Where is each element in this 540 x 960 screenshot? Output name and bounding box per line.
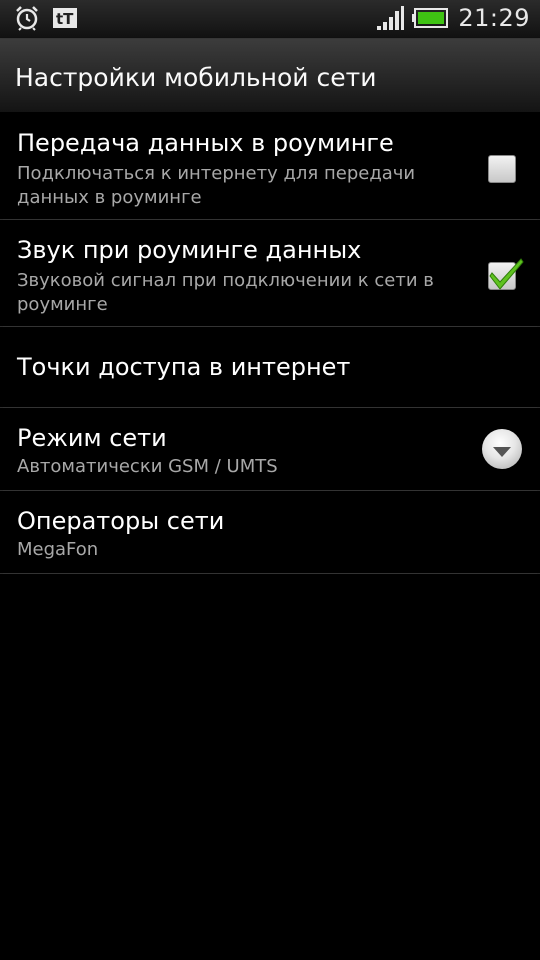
- screen: tT 21:29 Настройки мобильной сети Переда…: [0, 0, 540, 960]
- setting-title: Передача данных в роуминге: [17, 129, 394, 157]
- setting-title: Операторы сети: [17, 507, 225, 535]
- divider: [3, 573, 537, 574]
- svg-text:tT: tT: [56, 10, 74, 28]
- setting-data-roaming[interactable]: Передача данных в роуминге Подключаться …: [0, 113, 540, 220]
- network-mode-dropdown-button[interactable]: [482, 429, 522, 469]
- page-title: Настройки мобильной сети: [15, 63, 377, 92]
- setting-network-mode[interactable]: Режим сети Автоматически GSM / UMTS: [0, 408, 540, 491]
- setting-roaming-sound[interactable]: Звук при роуминге данных Звуковой сигнал…: [0, 220, 540, 327]
- setting-title: Режим сети: [17, 424, 167, 452]
- setting-summary: Звуковой сигнал при подключении к сети в…: [17, 270, 434, 315]
- setting-summary: MegaFon: [17, 539, 99, 560]
- setting-title: Точки доступа в интернет: [17, 353, 351, 381]
- setting-access-points[interactable]: Точки доступа в интернет: [0, 327, 540, 408]
- system-icons: 21:29: [376, 4, 530, 32]
- status-bar: tT 21:29: [0, 0, 540, 39]
- roaming-sound-checkbox[interactable]: [488, 258, 524, 290]
- data-roaming-checkbox[interactable]: [488, 155, 516, 183]
- setting-network-operators[interactable]: Операторы сети MegaFon: [0, 491, 540, 574]
- battery-icon: [412, 7, 449, 29]
- setting-summary: Автоматически GSM / UMTS: [17, 456, 278, 477]
- chevron-down-icon: [492, 443, 512, 462]
- checkmark-icon: [487, 253, 525, 295]
- notification-icons: tT: [14, 5, 78, 31]
- signal-strength-icon: [376, 5, 405, 31]
- settings-list: Передача данных в роуминге Подключаться …: [0, 113, 540, 574]
- setting-summary: Подключаться к интернету для передачи да…: [17, 163, 416, 208]
- tt-notification-icon: tT: [52, 6, 78, 30]
- setting-title: Звук при роуминге данных: [17, 236, 362, 264]
- title-bar: Настройки мобильной сети: [0, 39, 540, 112]
- status-clock: 21:29: [458, 4, 530, 32]
- alarm-icon: [14, 5, 40, 31]
